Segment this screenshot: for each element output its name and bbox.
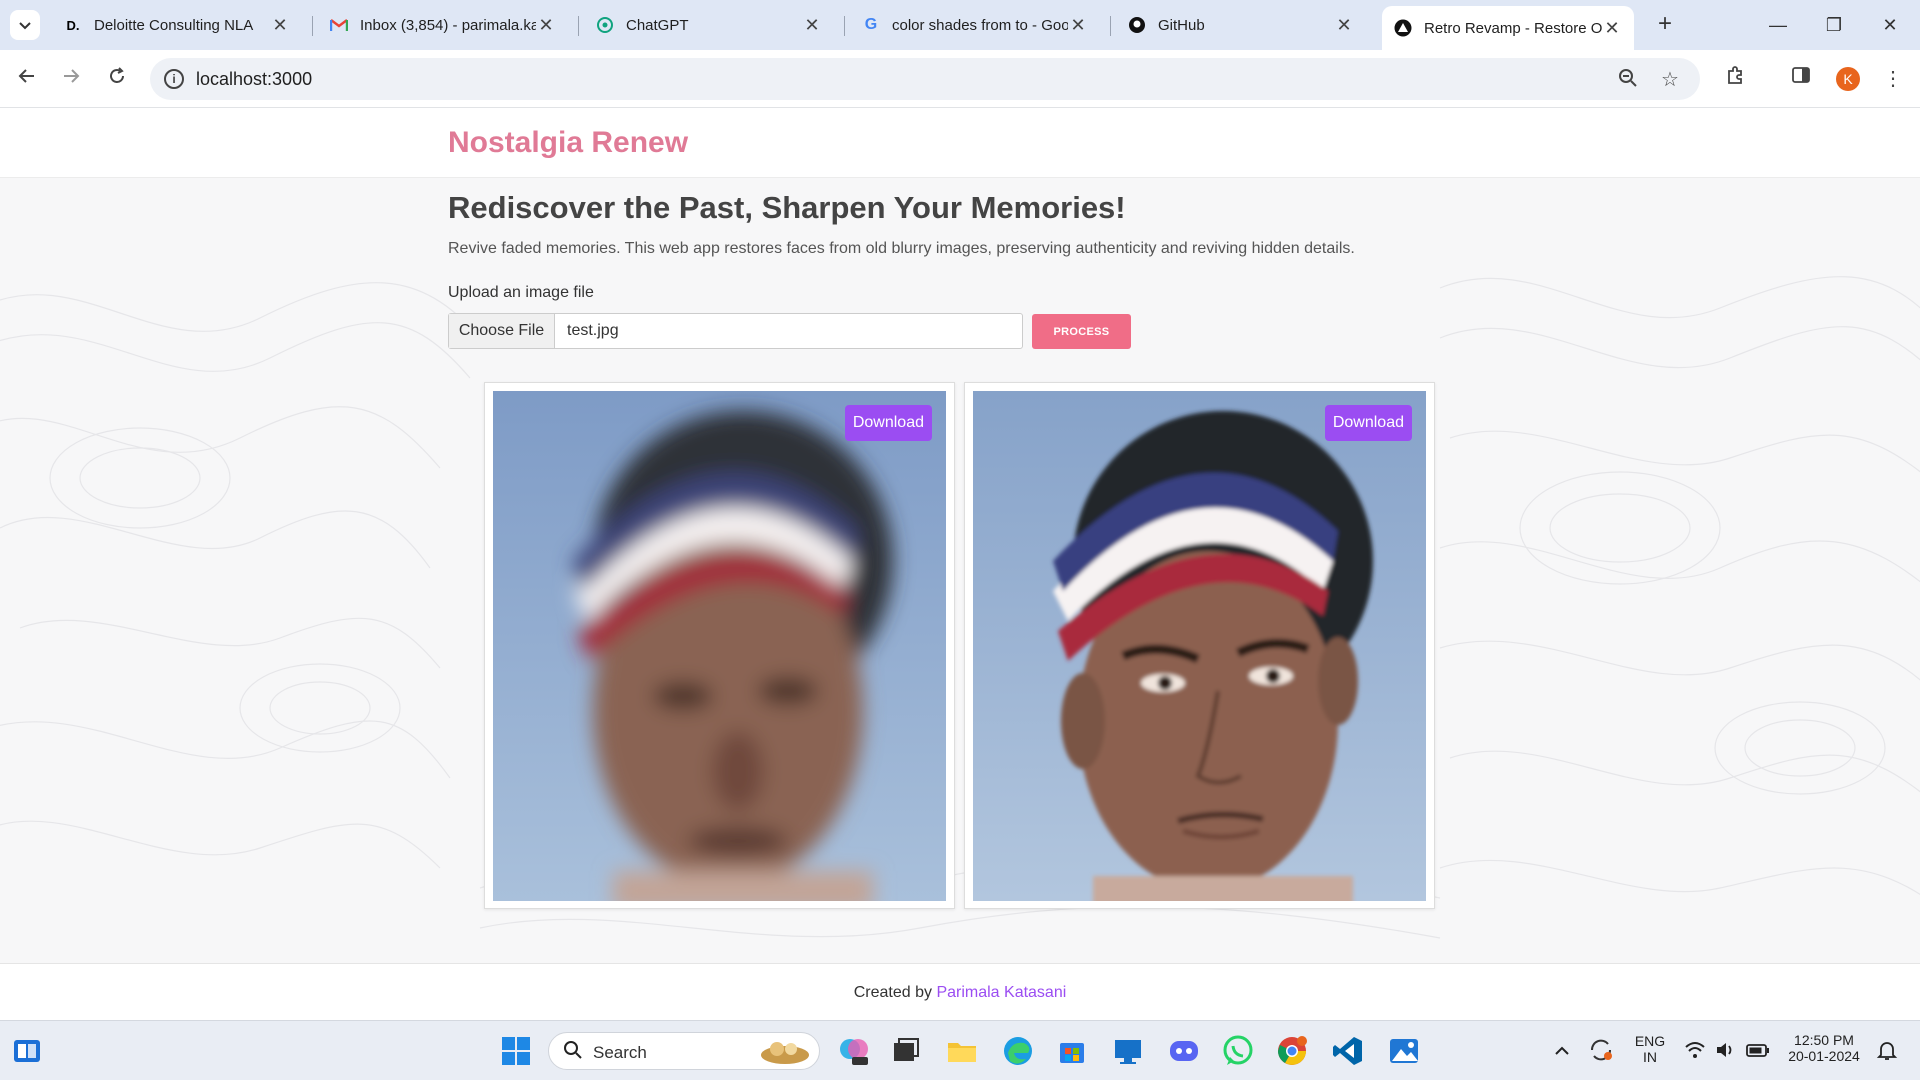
widgets-icon[interactable] <box>12 1036 42 1066</box>
volume-icon[interactable] <box>1714 1039 1736 1061</box>
tab-title: GitHub <box>1158 16 1205 34</box>
tab-title: Inbox (3,854) - parimala.ka <box>360 16 536 34</box>
tab-github[interactable]: GitHub ✕ <box>1116 8 1366 42</box>
search-label: Search <box>593 1043 647 1062</box>
arrow-right-icon <box>64 69 80 83</box>
remote-desktop-icon[interactable] <box>1112 1035 1144 1067</box>
back-button[interactable] <box>12 64 42 94</box>
address-bar[interactable]: i localhost:3000 ☆ <box>150 58 1700 100</box>
extensions-icon[interactable] <box>1720 64 1750 94</box>
close-icon[interactable]: ✕ <box>536 15 556 36</box>
reload-icon <box>110 67 124 83</box>
restored-photo: Download <box>973 391 1426 901</box>
photos-icon[interactable] <box>1388 1035 1420 1067</box>
tab-title: color shades from to - Goo <box>892 16 1068 34</box>
gmail-favicon <box>330 16 348 34</box>
download-restored-button[interactable]: Download <box>1324 405 1412 441</box>
original-image-card: Download <box>484 382 955 909</box>
side-panel-icon[interactable] <box>1786 64 1816 94</box>
footer-prefix: Created by <box>853 984 932 1001</box>
browser-toolbar: i localhost:3000 ☆ ⋮ <box>0 50 1920 108</box>
process-button[interactable]: PROCESS <box>1032 314 1131 349</box>
chevron-down-icon <box>19 22 31 30</box>
url-text[interactable]: localhost:3000 <box>196 69 312 90</box>
bookmark-star-icon[interactable]: ☆ <box>1658 68 1682 92</box>
task-view-icon[interactable] <box>890 1035 922 1067</box>
battery-icon[interactable] <box>1746 1039 1770 1061</box>
browser-tabstrip: D. Deloitte Consulting NLA ✕ Inbox (3,85… <box>0 0 1920 50</box>
tab-google[interactable]: G color shades from to - Goo ✕ <box>850 8 1100 42</box>
file-input[interactable]: Choose File test.jpg <box>448 313 1023 349</box>
new-tab-button[interactable]: + <box>1652 12 1678 38</box>
clock-time: 12:50 PM <box>1794 1032 1854 1048</box>
browser-menu-icon[interactable]: ⋮ <box>1878 64 1908 94</box>
retro-revamp-favicon <box>1394 19 1412 37</box>
upload-label: Upload an image file <box>448 284 594 301</box>
language-code: ENG <box>1634 1033 1666 1049</box>
file-explorer-icon[interactable] <box>946 1035 978 1067</box>
copilot-icon[interactable] <box>838 1035 870 1067</box>
close-window-button[interactable]: ✕ <box>1870 10 1910 40</box>
chatgpt-favicon <box>596 16 614 34</box>
taskbar-search[interactable]: Search <box>548 1032 820 1070</box>
clock-date: 20-01-2024 <box>1788 1048 1860 1064</box>
wifi-icon[interactable] <box>1684 1039 1706 1061</box>
footer-credit: Created by Parimala Katasani <box>0 984 1920 1002</box>
chrome-icon[interactable] <box>1276 1035 1308 1067</box>
restore-button[interactable]: ❐ <box>1814 10 1854 40</box>
site-footer: Created by Parimala Katasani <box>0 963 1920 1020</box>
hero-title: Rediscover the Past, Sharpen Your Memori… <box>448 190 1126 225</box>
tab-chatgpt[interactable]: ChatGPT ✕ <box>584 8 834 42</box>
sync-icon[interactable] <box>1588 1037 1614 1063</box>
profile-avatar[interactable]: K <box>1836 67 1860 91</box>
tab-title: Deloitte Consulting NLA <box>94 16 254 34</box>
site-header: Nostalgia Renew <box>0 108 1920 178</box>
notification-bell-icon[interactable] <box>1876 1039 1898 1061</box>
arrow-left-icon <box>18 69 34 83</box>
edge-icon[interactable] <box>1002 1035 1034 1067</box>
close-icon[interactable]: ✕ <box>1602 18 1622 39</box>
tab-retro-revamp[interactable]: Retro Revamp - Restore Ol ✕ <box>1382 6 1634 50</box>
vscode-icon[interactable] <box>1332 1035 1364 1067</box>
tab-title: Retro Revamp - Restore Ol <box>1424 19 1602 37</box>
chevron-up-icon[interactable] <box>1552 1041 1572 1061</box>
choose-file-button[interactable]: Choose File <box>449 314 555 348</box>
close-icon[interactable]: ✕ <box>1334 15 1354 36</box>
original-photo: Download <box>493 391 946 901</box>
restored-image-card: Download <box>964 382 1435 909</box>
reload-button[interactable] <box>102 64 132 94</box>
clock[interactable]: 12:50 PM 20-01-2024 <box>1782 1032 1866 1064</box>
site-info-icon[interactable]: i <box>164 69 184 89</box>
search-highlight-icon <box>761 1042 809 1064</box>
download-original-button[interactable]: Download <box>844 405 932 441</box>
close-icon[interactable]: ✕ <box>802 15 822 36</box>
language-indicator[interactable]: ENG IN <box>1630 1033 1670 1065</box>
discord-icon[interactable] <box>1168 1035 1200 1067</box>
tab-gmail[interactable]: Inbox (3,854) - parimala.ka ✕ <box>318 8 568 42</box>
microsoft-store-icon[interactable] <box>1056 1035 1088 1067</box>
start-button[interactable] <box>500 1035 532 1067</box>
brand-logo[interactable]: Nostalgia Renew <box>448 126 688 160</box>
search-icon <box>563 1040 583 1066</box>
web-page: Nostalgia Renew Rediscover the Past, Sha… <box>0 108 1920 1020</box>
forward-button[interactable] <box>56 64 86 94</box>
google-favicon: G <box>864 16 878 33</box>
hero-description: Revive faded memories. This web app rest… <box>448 240 1355 257</box>
tab-deloitte[interactable]: D. Deloitte Consulting NLA ✕ <box>52 8 302 42</box>
deloitte-favicon: D. <box>66 17 80 33</box>
footer-author-link[interactable]: Parimala Katasani <box>936 984 1066 1001</box>
windows-taskbar: Search ENG IN 12:50 PM 20-01-2024 <box>0 1020 1920 1080</box>
close-icon[interactable]: ✕ <box>270 15 290 36</box>
region-code: IN <box>1643 1049 1657 1065</box>
zoom-icon[interactable] <box>1616 68 1640 92</box>
close-icon[interactable]: ✕ <box>1068 15 1088 36</box>
tab-search-menu[interactable] <box>10 10 40 40</box>
tab-title: ChatGPT <box>626 16 689 34</box>
minimize-button[interactable]: — <box>1758 10 1798 40</box>
file-name: test.jpg <box>567 322 619 339</box>
whatsapp-icon[interactable] <box>1222 1035 1254 1067</box>
github-favicon <box>1128 16 1146 34</box>
